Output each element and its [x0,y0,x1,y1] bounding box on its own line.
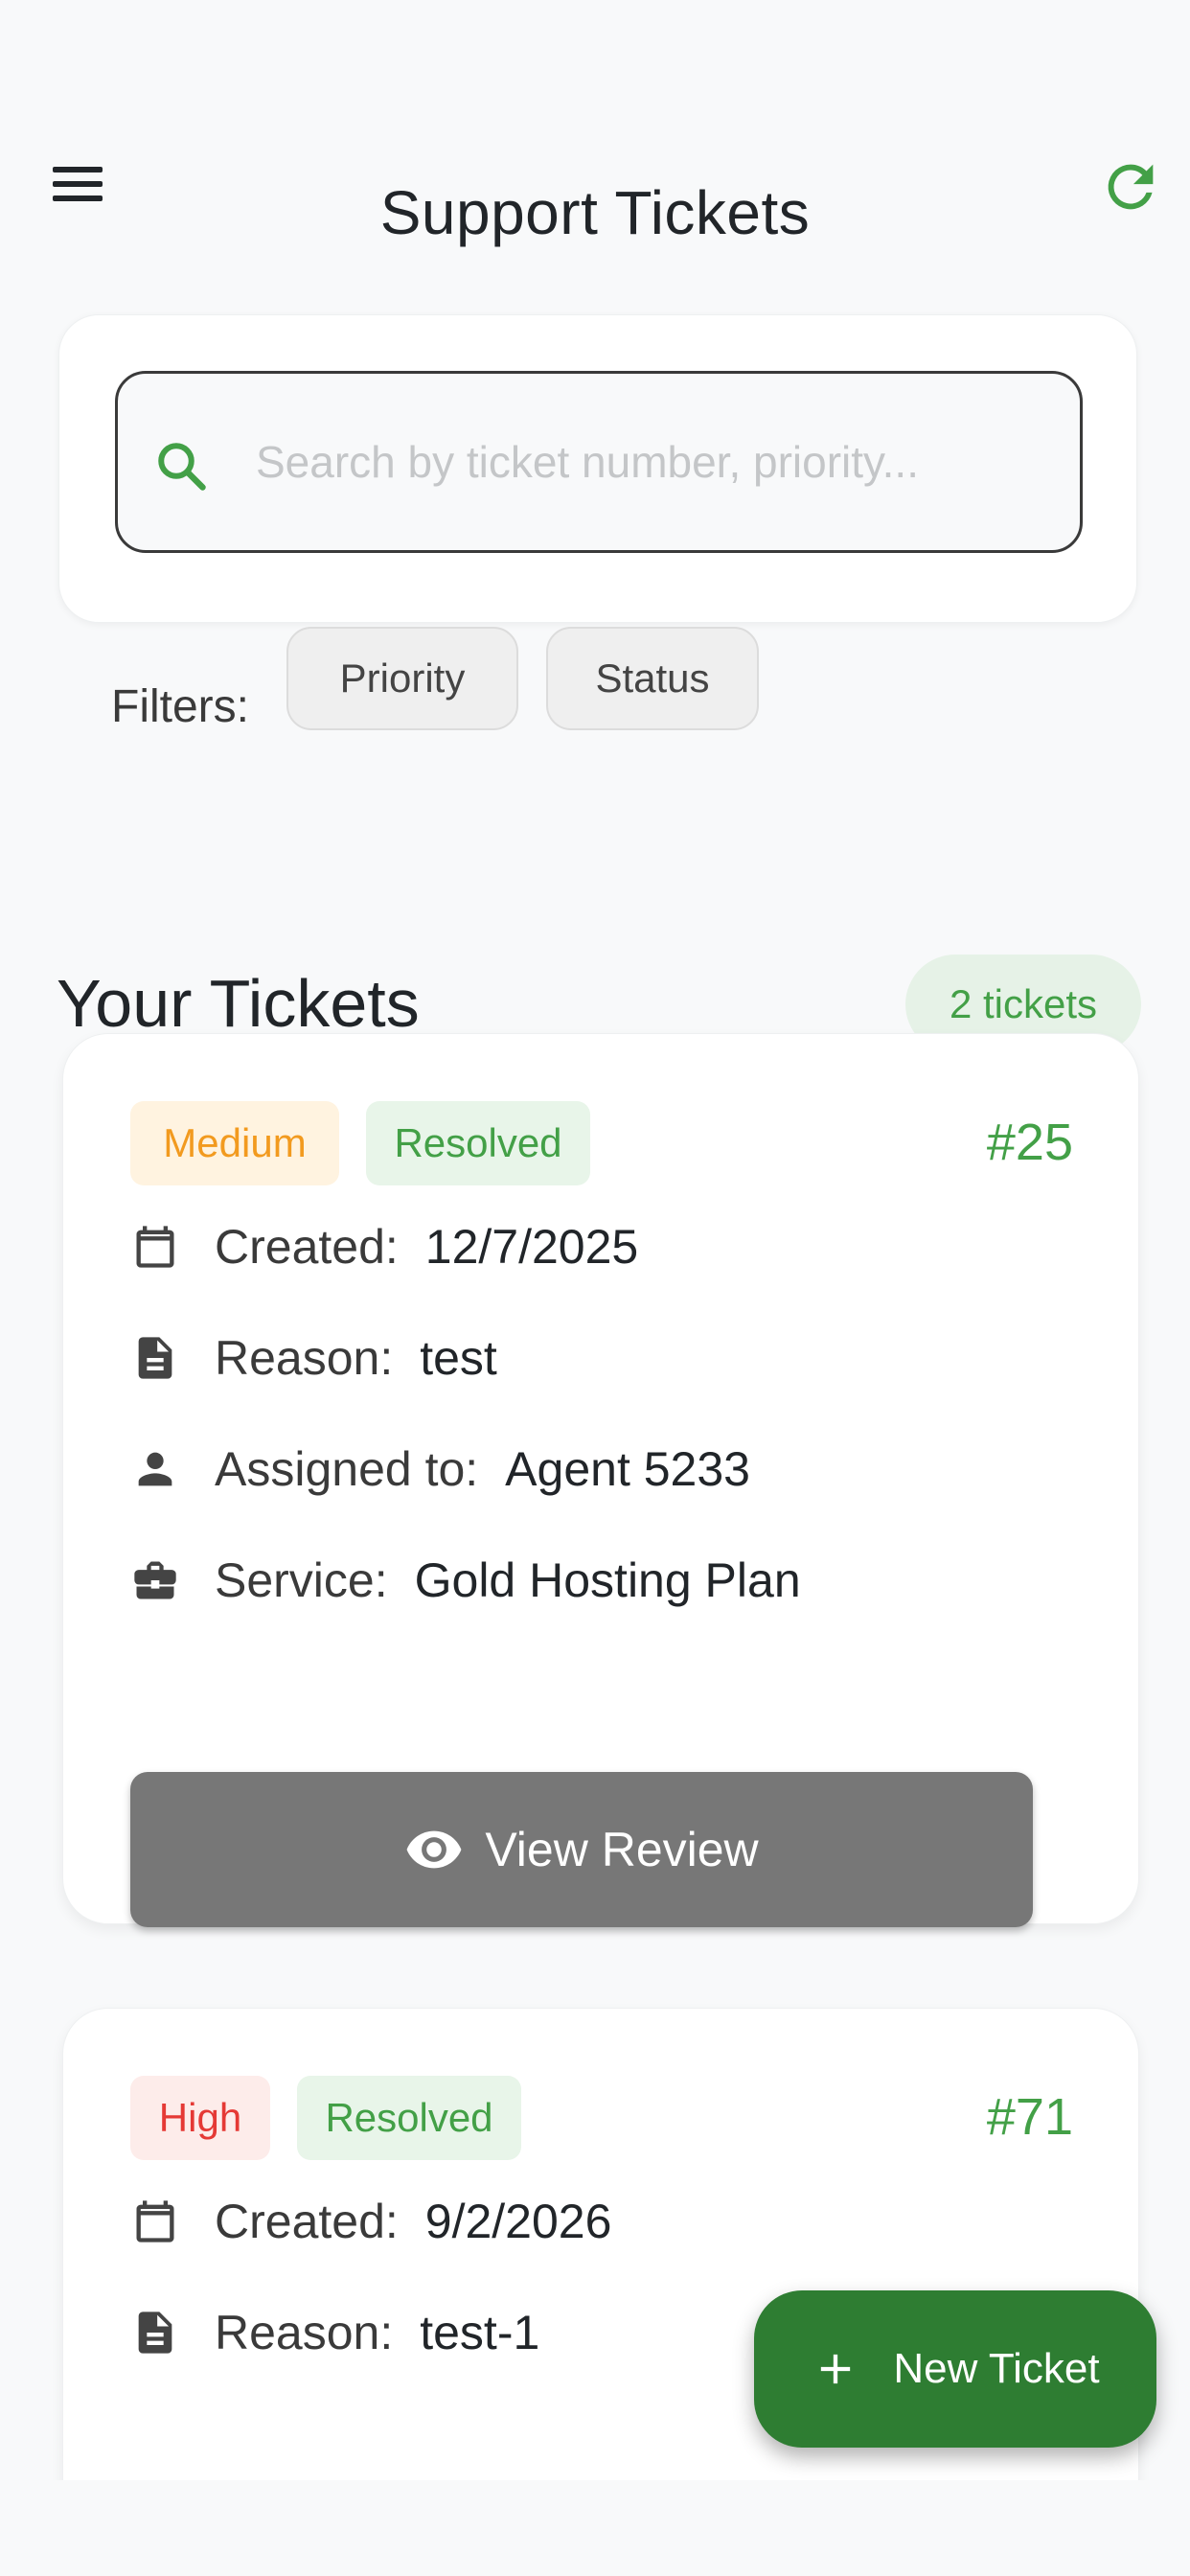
view-review-label: View Review [485,1823,759,1876]
created-value: 12/7/2025 [424,1220,639,1274]
ticket-number: #25 [986,1114,1073,1171]
plus-icon [821,2354,851,2384]
service-label: Service: [215,1553,388,1607]
priority-badge: High [130,2076,270,2160]
status-badge: Resolved [297,2076,521,2160]
app-root: Support Tickets Filters: Priority Status… [0,0,1190,2576]
ticket-card[interactable]: Medium Resolved #25 Created: 12/7/2025 R… [62,1033,1139,1927]
created-label: Created: [215,2195,399,2248]
priority-badge: Medium [130,1101,339,1185]
search-card [58,314,1137,623]
assigned-row: Assigned to: Agent 5233 [130,1431,750,1507]
page-title: Support Tickets [379,178,811,247]
search-icon [158,443,206,491]
created-value: 9/2/2026 [424,2195,612,2248]
reason-value: test-1 [420,2306,540,2359]
search-box[interactable] [115,371,1083,553]
reason-row: Reason: test-1 [130,2294,539,2371]
ticket-number: #71 [986,2088,1073,2146]
new-ticket-label: New Ticket [893,2345,1100,2392]
reason-row: Reason: test [130,1320,497,1396]
created-row: Created: 9/2/2026 [130,2183,611,2260]
created-label: Created: [215,1220,399,1274]
app-header: Support Tickets [5,69,1185,299]
section-title: Your Tickets [57,966,420,1041]
document-icon [138,1337,172,1379]
created-row: Created: 12/7/2025 [130,1208,638,1285]
service-value: Gold Hosting Plan [414,1553,801,1607]
reason-label: Reason: [215,2306,394,2359]
document-icon [138,2312,172,2354]
assigned-label: Assigned to: [215,1442,479,1496]
calendar-icon [136,2200,174,2242]
search-input[interactable] [254,412,1049,512]
screen: Support Tickets Filters: Priority Status… [5,69,1185,2480]
filters-label: Filters: [111,681,249,732]
briefcase-icon [134,1561,176,1599]
person-icon [138,1452,172,1486]
new-ticket-button[interactable]: New Ticket [754,2290,1156,2448]
eye-icon [406,1830,462,1869]
view-review-button[interactable]: View Review [130,1772,1033,1927]
refresh-icon[interactable] [1097,153,1164,220]
reason-label: Reason: [215,1331,394,1385]
filter-priority-button[interactable]: Priority [286,627,518,730]
service-row: Service: Gold Hosting Plan [130,1542,801,1619]
filter-status-button[interactable]: Status [546,627,759,730]
assigned-value: Agent 5233 [505,1442,750,1496]
reason-value: test [420,1331,497,1385]
calendar-icon [136,1226,174,1268]
status-badge: Resolved [366,1101,590,1185]
